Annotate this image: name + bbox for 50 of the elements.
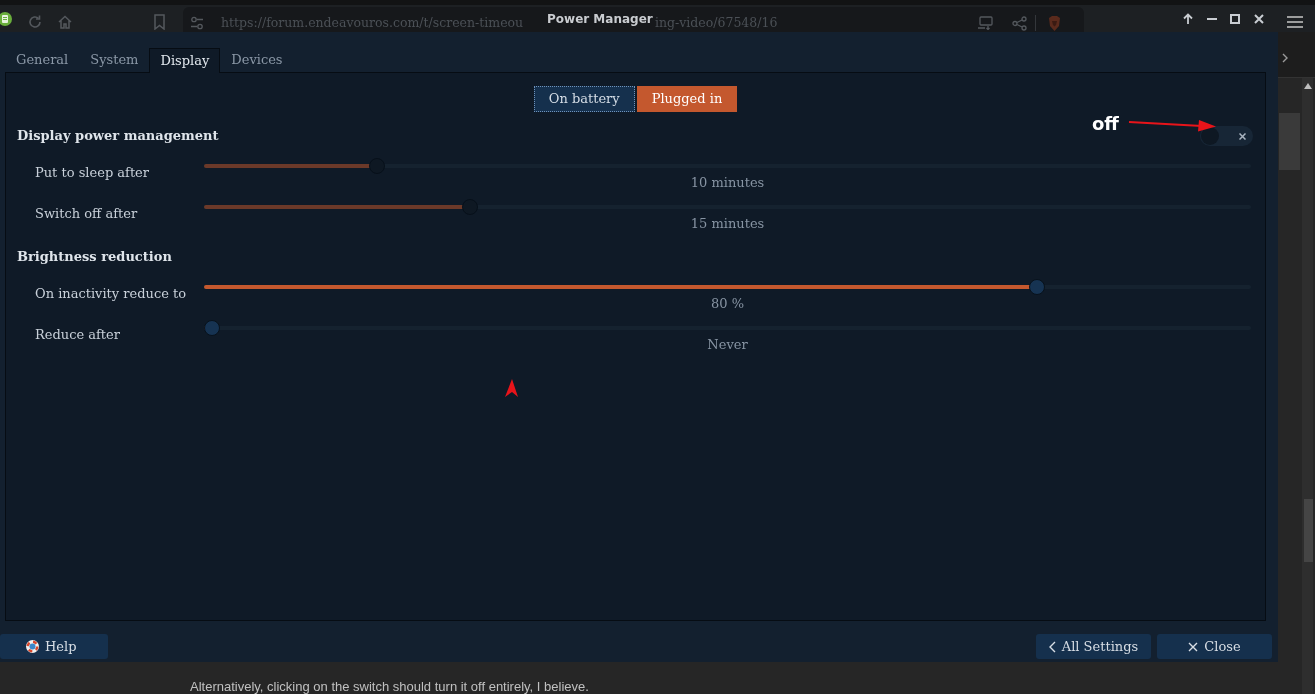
profile-button[interactable]: Plugged in xyxy=(636,86,738,112)
close-icon[interactable] xyxy=(1254,14,1264,24)
section-heading: Display power management xyxy=(17,128,219,144)
x-icon xyxy=(1239,133,1246,140)
cursor-icon xyxy=(504,379,519,398)
share-icon[interactable] xyxy=(1012,15,1027,31)
chevron-left-icon xyxy=(1048,640,1056,653)
slider-value: 10 minutes xyxy=(690,175,765,191)
slider-track[interactable] xyxy=(204,320,1251,336)
arrow-up-icon[interactable] xyxy=(1303,83,1312,89)
laptop-download-icon[interactable] xyxy=(978,16,994,30)
toggle-switch[interactable] xyxy=(1200,126,1253,146)
maximize-icon[interactable] xyxy=(1230,14,1240,24)
setting-label: On inactivity reduce to xyxy=(34,285,187,302)
footer-button[interactable]: All Settings xyxy=(1036,634,1151,659)
address-text: https://forum.endeavouros.com/t/screen-timeou xyxy=(221,15,524,31)
slider-value: Never xyxy=(707,337,748,353)
arrow-up-icon[interactable] xyxy=(1183,13,1193,24)
home-icon[interactable] xyxy=(57,14,73,30)
section-heading: Brightness reduction xyxy=(17,249,172,265)
chevron-right-icon[interactable] xyxy=(1282,53,1288,63)
menu-icon[interactable] xyxy=(1287,15,1303,29)
address-text: ing-video/67548/16 xyxy=(655,15,778,31)
reload-icon[interactable] xyxy=(27,14,43,30)
sliders-icon[interactable] xyxy=(190,16,204,30)
slider-thumb[interactable] xyxy=(204,320,220,336)
window-title: Power Manager xyxy=(547,11,653,27)
slider-track[interactable] xyxy=(204,279,1251,295)
footer-button[interactable]: Help xyxy=(0,634,108,659)
shield-icon[interactable] xyxy=(1048,15,1061,31)
lifebuoy-icon xyxy=(26,640,39,653)
tab[interactable]: Display xyxy=(149,48,221,73)
sidebar-block xyxy=(1279,113,1300,170)
tab[interactable]: Devices xyxy=(220,48,294,72)
setting-label: Switch off after xyxy=(34,205,138,222)
battery-icon xyxy=(0,12,12,26)
tab[interactable]: General xyxy=(5,48,80,72)
x-icon xyxy=(1188,641,1199,652)
setting-label: Put to sleep after xyxy=(34,164,150,181)
profile-button[interactable]: On battery xyxy=(533,86,635,112)
slider-value: 15 minutes xyxy=(690,216,765,232)
footer-button[interactable]: Close xyxy=(1157,634,1272,659)
slider-value: 80 % xyxy=(711,296,744,312)
bookmark-icon[interactable] xyxy=(153,14,166,30)
annotation-label: off xyxy=(1092,113,1119,135)
tab[interactable]: System xyxy=(79,48,150,72)
scrollbar-thumb[interactable] xyxy=(1304,499,1313,562)
slider-thumb[interactable] xyxy=(1028,279,1045,295)
page-text: Alternatively, clicking on the switch should turn it off entirely, I believe. xyxy=(190,679,590,694)
setting-label: Reduce after xyxy=(34,326,120,343)
